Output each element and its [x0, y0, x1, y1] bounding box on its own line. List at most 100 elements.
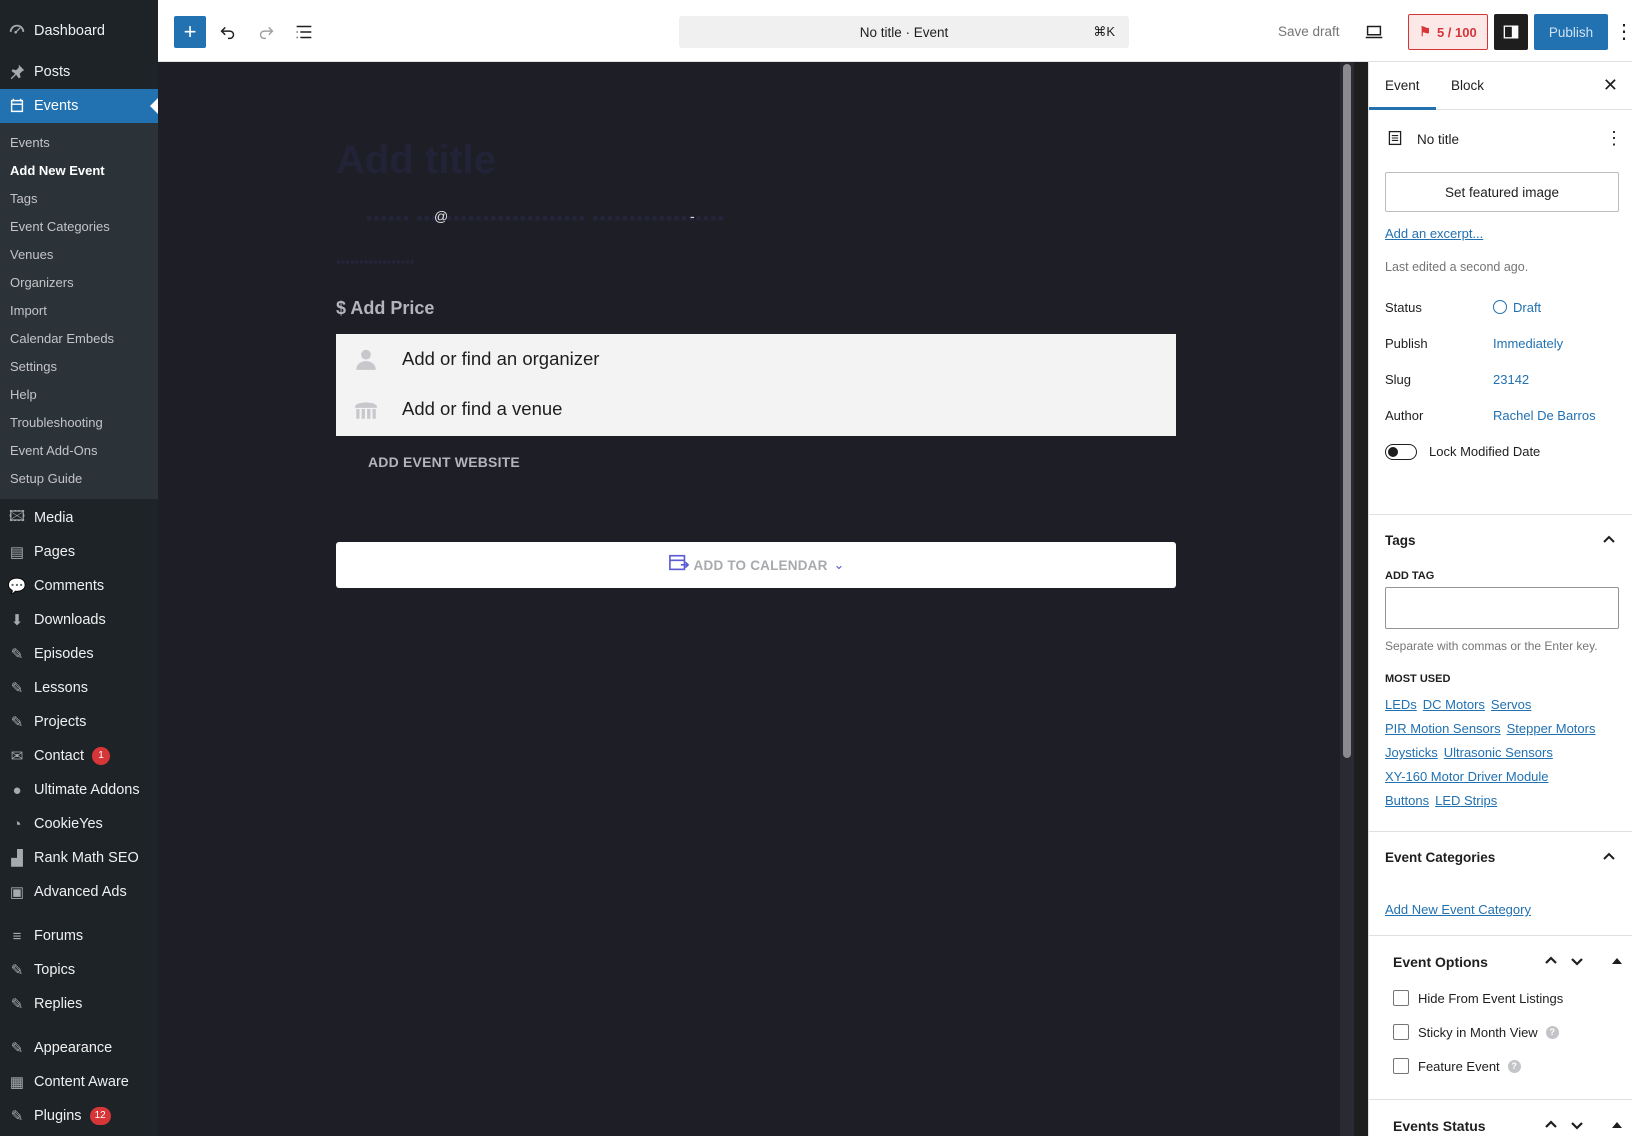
menu-item-appearance[interactable]: ✎ Appearance [0, 1031, 158, 1065]
events-submenu-item[interactable]: Organizers [0, 269, 158, 297]
lock-modified-toggle[interactable] [1385, 444, 1417, 460]
menu-item-posts[interactable]: Posts [0, 55, 158, 89]
hide-from-listings-option[interactable]: Hide From Event Listings [1393, 990, 1563, 1006]
seo-score-button[interactable]: ⚑ 5 / 100 [1408, 14, 1488, 50]
canvas-scrollbar[interactable] [1340, 62, 1354, 1136]
events-submenu-item[interactable]: Settings [0, 353, 158, 381]
scrollbar-thumb[interactable] [1343, 64, 1351, 758]
events-submenu-item[interactable]: Venues [0, 241, 158, 269]
close-icon[interactable]: ✕ [1603, 76, 1618, 94]
tag-link[interactable]: LEDs [1385, 697, 1417, 712]
menu-item-ultimate-addons[interactable]: ● Ultimate Addons [0, 773, 158, 807]
add-block-button[interactable]: + [174, 16, 206, 48]
events-submenu-item[interactable]: Add New Event [0, 157, 158, 185]
add-tag-input[interactable] [1385, 587, 1619, 629]
events-submenu-item[interactable]: Troubleshooting [0, 409, 158, 437]
save-draft-button[interactable]: Save draft [1278, 24, 1340, 39]
command-palette-bar[interactable]: No title · Event ⌘K [679, 16, 1129, 48]
events-submenu-item[interactable]: Calendar Embeds [0, 325, 158, 353]
tag-link[interactable]: DC Motors [1423, 697, 1485, 712]
menu-item-rank-math-seo[interactable]: ▟ Rank Math SEO [0, 841, 158, 875]
menu-item-projects[interactable]: ✎ Projects [0, 705, 158, 739]
events-submenu-item[interactable]: Events [0, 129, 158, 157]
menu-item-pages[interactable]: ▤ Pages [0, 535, 158, 569]
add-excerpt-link[interactable]: Add an excerpt... [1385, 226, 1483, 241]
menu-item-episodes[interactable]: ✎ Episodes [0, 637, 158, 671]
preview-button[interactable] [1358, 16, 1390, 48]
event-title-field[interactable]: Add title [336, 138, 496, 183]
document-overview-button[interactable] [288, 16, 320, 48]
events-submenu-item[interactable]: Help [0, 381, 158, 409]
menu-item-contact[interactable]: ✉ Contact 1 [0, 739, 158, 773]
menu-item-comments[interactable]: 💬 Comments [0, 569, 158, 603]
publish-value[interactable]: Immediately [1493, 336, 1563, 351]
tag-link[interactable]: Buttons [1385, 793, 1429, 808]
tag-link[interactable]: Joysticks [1385, 745, 1438, 760]
move-up-icon[interactable] [1542, 952, 1560, 970]
help-icon[interactable]: ? [1507, 1059, 1521, 1073]
menu-item-media[interactable]: 🖾 Media [0, 501, 158, 535]
slug-value[interactable]: 23142 [1493, 372, 1529, 387]
tags-heading[interactable]: Tags [1385, 533, 1416, 548]
chevron-up-icon[interactable] [1600, 848, 1618, 866]
tag-link[interactable]: XY-160 Motor Driver Module [1385, 769, 1549, 784]
move-down-icon[interactable] [1568, 952, 1586, 970]
redo-button[interactable] [250, 16, 282, 48]
menu-item-replies[interactable]: ✎ Replies [0, 987, 158, 1021]
publish-button[interactable]: Publish [1534, 14, 1608, 50]
status-value[interactable]: Draft [1493, 300, 1541, 315]
event-website-field[interactable]: ADD EVENT WEBSITE [368, 454, 520, 470]
venue-row[interactable]: Add or find a venue [336, 384, 1176, 434]
set-featured-image-button[interactable]: Set featured image [1385, 172, 1619, 212]
events-submenu-item[interactable]: Event Add-Ons [0, 437, 158, 465]
tab-event[interactable]: Event [1369, 62, 1436, 110]
post-actions-icon[interactable]: ⋮ [1605, 128, 1623, 149]
hide-from-listings-checkbox[interactable] [1393, 990, 1409, 1006]
tag-link[interactable]: PIR Motion Sensors [1385, 721, 1501, 736]
events-submenu-item[interactable]: Tags [0, 185, 158, 213]
menu-item-content-aware[interactable]: ▦ Content Aware [0, 1065, 158, 1099]
sticky-month-view-checkbox[interactable] [1393, 1024, 1409, 1040]
menu-item-topics[interactable]: ✎ Topics [0, 953, 158, 987]
move-down-icon[interactable] [1568, 1116, 1586, 1134]
add-new-event-category-link[interactable]: Add New Event Category [1385, 902, 1531, 917]
organizer-row[interactable]: Add or find an organizer [336, 334, 1176, 384]
add-to-calendar-button[interactable]: ADD TO CALENDAR ⌄ [336, 542, 1176, 588]
events-submenu-item[interactable]: Setup Guide [0, 465, 158, 493]
events-submenu-item[interactable]: Event Categories [0, 213, 158, 241]
menu-item-plugins[interactable]: ✎ Plugins 12 [0, 1099, 158, 1133]
sticky-month-view-option[interactable]: Sticky in Month View ? [1393, 1024, 1559, 1040]
add-price-field[interactable]: $ Add Price [336, 298, 434, 319]
menu-label: Rank Math SEO [34, 850, 139, 866]
menu-item-dashboard[interactable]: Dashboard [0, 14, 158, 48]
tag-link[interactable]: Ultrasonic Sensors [1444, 745, 1553, 760]
calendar-export-icon [668, 553, 690, 578]
collapse-toggle-icon[interactable] [1612, 1122, 1622, 1128]
menu-item-advanced-ads[interactable]: ▣ Advanced Ads [0, 875, 158, 909]
tag-link[interactable]: Stepper Motors [1507, 721, 1596, 736]
tag-link[interactable]: LED Strips [1435, 793, 1497, 808]
feature-event-checkbox[interactable] [1393, 1058, 1409, 1074]
editor-canvas[interactable]: Add title ▪▪▪▪▪▪ ▪▪▪▪▪▪▪▪▪▪▪▪▪▪▪▪▪▪▪▪▪▪▪… [158, 62, 1354, 1136]
menu-item-events[interactable]: Events [0, 89, 158, 123]
events-submenu-item[interactable]: Import [0, 297, 158, 325]
menu-item-forums[interactable]: ≡ Forums [0, 919, 158, 953]
menu-item-lessons[interactable]: ✎ Lessons [0, 671, 158, 705]
post-summary-panel: No title ⋮ Set featured image Add an exc… [1369, 110, 1632, 515]
move-up-icon[interactable] [1542, 1116, 1560, 1134]
feature-event-option[interactable]: Feature Event ? [1393, 1058, 1521, 1074]
undo-button[interactable] [212, 16, 244, 48]
help-icon[interactable]: ? [1545, 1025, 1559, 1039]
more-options-icon[interactable]: ⋮ [1614, 18, 1632, 46]
tag-link[interactable]: Servos [1491, 697, 1531, 712]
chevron-up-icon[interactable] [1600, 531, 1618, 549]
event-date-time[interactable]: ▪▪▪▪▪▪ ▪▪▪▪▪▪▪▪▪▪▪▪▪▪▪▪▪▪▪▪▪▪▪ ▪▪▪▪▪▪▪▪▪… [366, 208, 725, 229]
settings-toggle-button[interactable] [1494, 14, 1528, 50]
collapse-toggle-icon[interactable] [1612, 958, 1622, 964]
menu-item-cookieyes[interactable]: ◔ CookieYes [0, 807, 158, 841]
author-value[interactable]: Rachel De Barros [1493, 408, 1596, 423]
event-categories-heading[interactable]: Event Categories [1385, 850, 1495, 865]
option-label: Hide From Event Listings [1418, 990, 1564, 1006]
tab-block[interactable]: Block [1435, 62, 1500, 110]
menu-item-downloads[interactable]: ⬇ Downloads [0, 603, 158, 637]
